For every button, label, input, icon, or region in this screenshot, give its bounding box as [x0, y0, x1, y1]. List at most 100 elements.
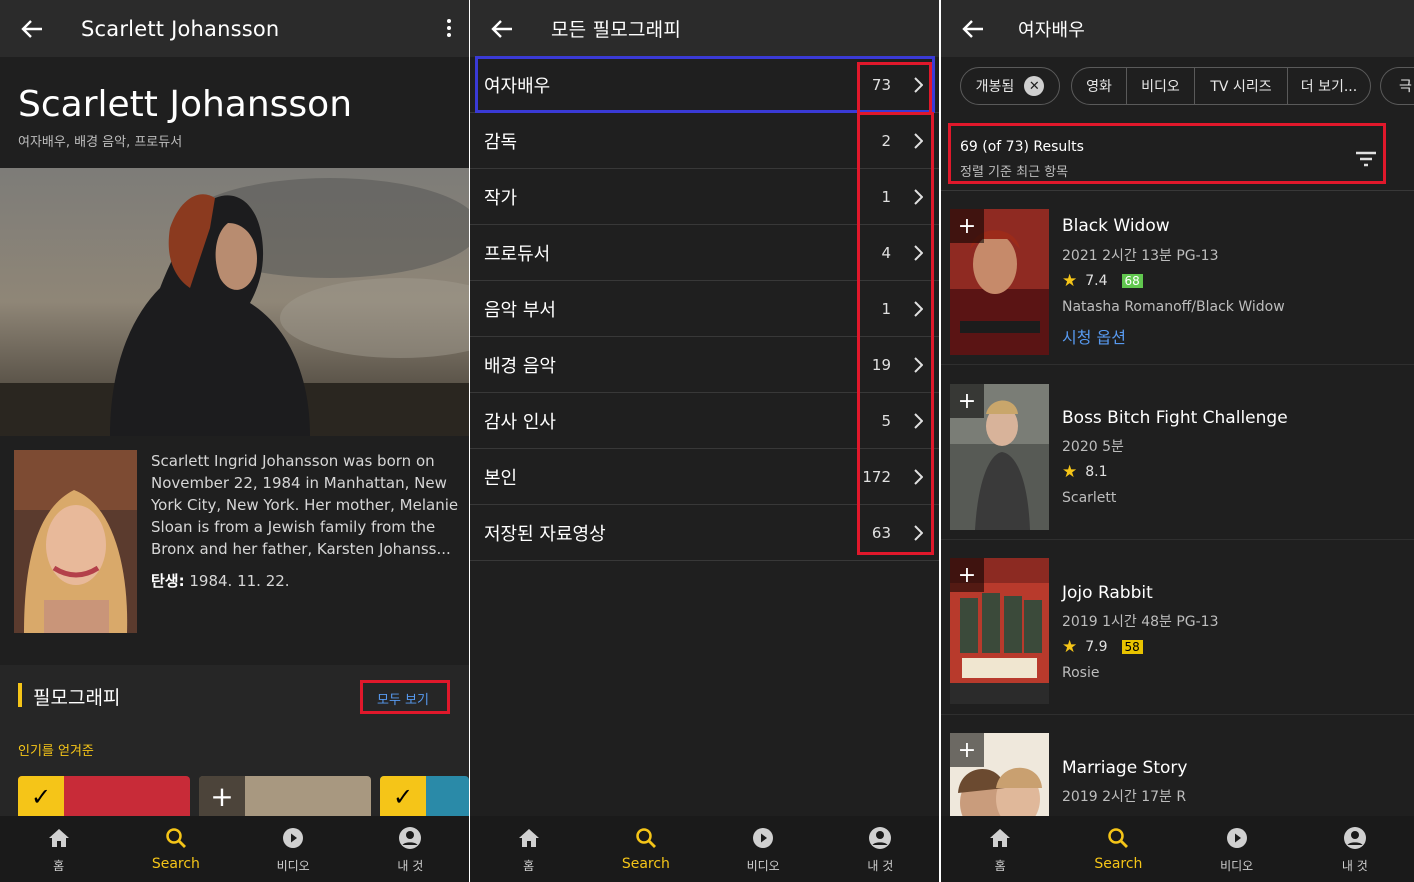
nav-you[interactable]: 내 것: [352, 816, 469, 882]
app-bar: 여자배우: [941, 0, 1414, 57]
watchlist-check-icon[interactable]: ✓: [18, 776, 64, 817]
bottom-navigation: 홈 Search 비디오 내 것: [0, 816, 469, 882]
watchlist-add-icon[interactable]: +: [950, 558, 984, 592]
chip-other[interactable]: 극: [1380, 67, 1414, 105]
star-icon: ★: [1062, 271, 1078, 291]
bottom-navigation: 홈 Search 비디오 내 것: [470, 816, 939, 882]
nav-video-label: 비디오: [746, 859, 780, 873]
see-all-button[interactable]: 모두 보기: [377, 689, 429, 708]
play-circle-icon: [1225, 826, 1249, 850]
chip-video-label: 비디오: [1141, 79, 1180, 95]
actor-biography[interactable]: Scarlett Ingrid Johansson was born on No…: [151, 450, 461, 560]
nav-search-label: Search: [151, 856, 200, 872]
chip-movie[interactable]: 영화: [1071, 67, 1127, 105]
nav-search[interactable]: Search: [117, 816, 234, 882]
bottom-navigation: 홈 Search 비디오 내 것: [941, 816, 1414, 882]
app-bar-title: 여자배우: [1018, 19, 1086, 41]
nav-you-label: 내 것: [397, 859, 424, 873]
app-bar: 모든 필모그래피: [470, 0, 939, 57]
app-bar: Scarlett Johansson: [0, 0, 469, 57]
watch-options-link[interactable]: 시청 옵션: [1062, 324, 1126, 348]
chip-more[interactable]: 더 보기...: [1287, 67, 1371, 105]
nav-home-label: 홈: [523, 859, 535, 873]
nav-home[interactable]: 홈: [0, 816, 117, 882]
watchlist-add-icon[interactable]: +: [950, 209, 984, 243]
credit-item[interactable]: + Boss Bitch Fight Challenge 2020 5분 ★ 8.…: [941, 366, 1414, 540]
nav-you[interactable]: 내 것: [822, 816, 939, 882]
movie-title: Marriage Story: [1062, 758, 1188, 778]
movie-rating: ★ 7.9 58: [1062, 637, 1143, 657]
actor-hero-image[interactable]: [0, 168, 469, 436]
account-circle-icon: [1343, 826, 1367, 850]
rating-value: 7.9: [1085, 639, 1108, 655]
star-icon: ★: [1062, 462, 1078, 482]
watchlist-check-icon[interactable]: ✓: [380, 776, 426, 817]
movie-poster[interactable]: +: [950, 558, 1049, 704]
actor-portrait-image[interactable]: [14, 450, 137, 633]
app-bar-title: Scarlett Johansson: [81, 16, 280, 41]
birth-value: 1984. 11. 22.: [184, 572, 290, 590]
nav-home[interactable]: 홈: [470, 816, 587, 882]
movie-rating: ★ 8.1: [1062, 462, 1108, 482]
home-icon: [988, 826, 1012, 850]
star-icon: ★: [1062, 637, 1078, 657]
filmography-poster[interactable]: +: [199, 776, 371, 817]
category-label: 배경 음악: [484, 355, 556, 377]
credit-item[interactable]: + Jojo Rabbit 2019 1시간 48분 PG-13 ★ 7.9 58 …: [941, 541, 1414, 715]
account-circle-icon: [398, 826, 422, 850]
back-arrow-icon[interactable]: [960, 16, 986, 42]
movie-poster[interactable]: +: [950, 384, 1049, 530]
filmography-poster[interactable]: ✓: [18, 776, 190, 817]
nav-you-label: 내 것: [867, 859, 894, 873]
filter-chips: 개봉됨 ✕ 영화 비디오 TV 시리즈 더 보기... 극: [941, 57, 1414, 123]
category-label: 작가: [484, 187, 518, 209]
nav-search[interactable]: Search: [1059, 816, 1177, 882]
search-icon: [634, 826, 658, 850]
nav-home-label: 홈: [994, 859, 1006, 873]
category-label: 본인: [484, 467, 518, 489]
watchlist-add-icon[interactable]: +: [950, 733, 984, 767]
watchlist-add-icon[interactable]: +: [199, 776, 245, 817]
filmography-poster[interactable]: ✓: [380, 776, 469, 817]
category-label: 음악 부서: [484, 299, 556, 321]
credit-item[interactable]: + Black Widow 2021 2시간 13분 PG-13 ★ 7.4 68 …: [941, 191, 1414, 365]
nav-home-label: 홈: [53, 859, 65, 873]
chip-tv-series[interactable]: TV 시리즈: [1194, 67, 1288, 105]
nav-you[interactable]: 내 것: [1296, 816, 1414, 882]
chip-released[interactable]: 개봉됨 ✕: [960, 67, 1060, 105]
chip-tv-series-label: TV 시리즈: [1210, 79, 1272, 95]
more-vert-icon[interactable]: [445, 16, 453, 40]
highlight-box-count-top: [857, 62, 932, 112]
back-arrow-icon[interactable]: [19, 16, 45, 42]
watchlist-add-icon[interactable]: +: [950, 384, 984, 418]
rating-value: 8.1: [1085, 464, 1108, 480]
nav-video-label: 비디오: [1220, 859, 1254, 873]
nav-search[interactable]: Search: [587, 816, 704, 882]
movie-meta: 2019 1시간 48분 PG-13: [1062, 614, 1219, 630]
home-icon: [47, 826, 71, 850]
clear-filter-icon[interactable]: ✕: [1024, 76, 1045, 96]
actor-roles: 여자배우, 배경 음악, 프로듀서: [18, 135, 183, 150]
movie-meta: 2019 2시간 17분 R: [1062, 789, 1187, 805]
category-label: 프로듀서: [484, 243, 551, 265]
movie-title: Black Widow: [1062, 216, 1170, 236]
nav-search-label: Search: [1094, 856, 1143, 872]
nav-video[interactable]: 비디오: [235, 816, 352, 882]
play-circle-icon: [751, 826, 775, 850]
chip-more-label: 더 보기...: [1300, 79, 1358, 95]
home-icon: [517, 826, 541, 850]
nav-video[interactable]: 비디오: [705, 816, 822, 882]
chip-movie-label: 영화: [1086, 79, 1112, 95]
sort-icon[interactable]: [1355, 150, 1377, 168]
filmography-title: 필모그래피: [33, 687, 121, 709]
category-label: 저장된 자료영상: [484, 523, 606, 545]
movie-poster[interactable]: +: [950, 209, 1049, 355]
back-arrow-icon[interactable]: [489, 16, 515, 42]
nav-video[interactable]: 비디오: [1178, 816, 1296, 882]
nav-you-label: 내 것: [1341, 859, 1368, 873]
character-name: Rosie: [1062, 665, 1100, 681]
chip-video[interactable]: 비디오: [1126, 67, 1195, 105]
nav-home[interactable]: 홈: [941, 816, 1059, 882]
results-sort-label: 정렬 기준 최근 항목: [960, 165, 1069, 180]
character-name: Scarlett: [1062, 490, 1117, 506]
